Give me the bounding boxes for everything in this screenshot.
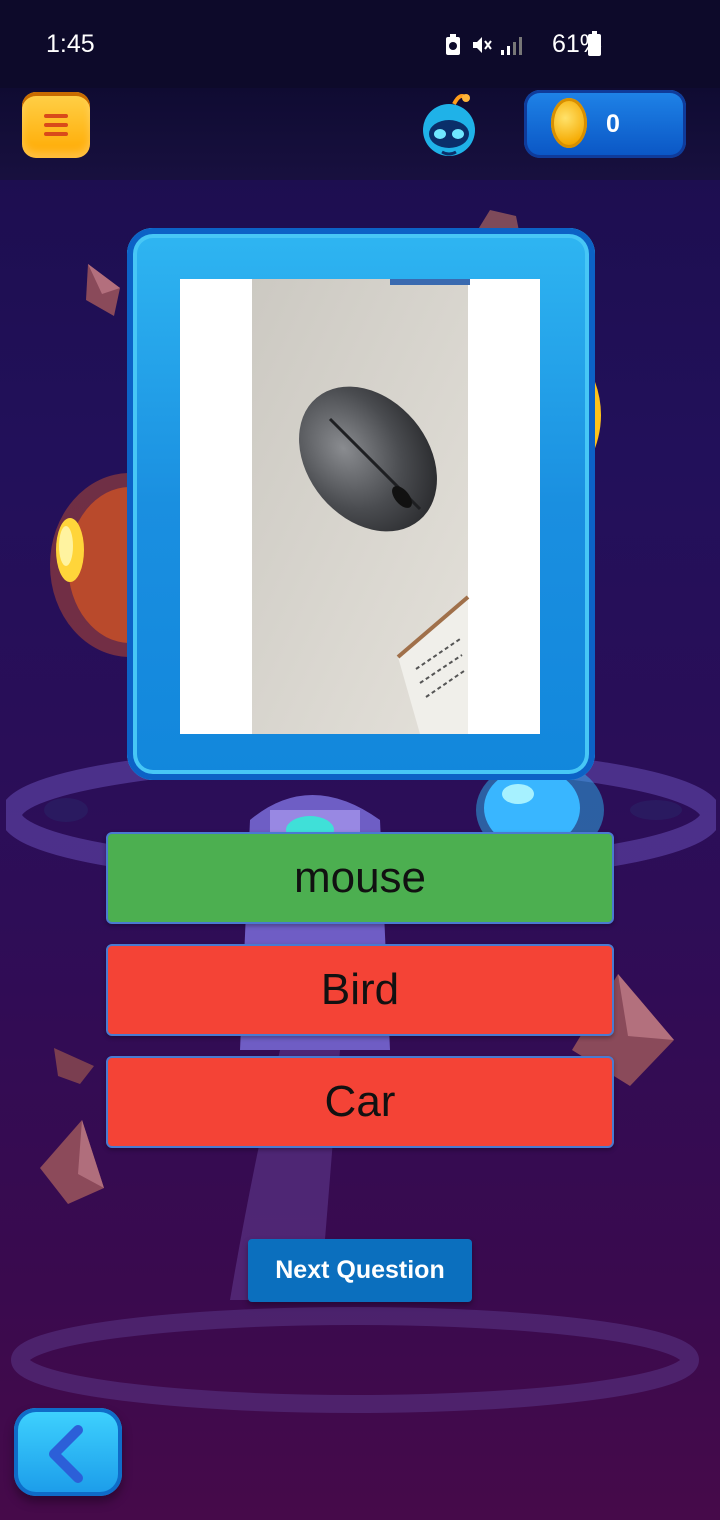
menu-icon-line bbox=[44, 132, 68, 136]
coin-value: 0 bbox=[606, 110, 620, 138]
answer-option[interactable]: Car bbox=[106, 1056, 614, 1148]
answer-label: Bird bbox=[320, 965, 400, 1014]
chevron-left-icon bbox=[49, 1425, 83, 1483]
planet-decoration bbox=[50, 473, 140, 657]
ring-decoration bbox=[11, 1307, 699, 1413]
next-question-button[interactable]: Next Question bbox=[248, 1239, 472, 1302]
battery-saver-icon bbox=[446, 34, 460, 55]
rock-decoration bbox=[86, 264, 120, 316]
status-icons bbox=[444, 34, 522, 56]
menu-button[interactable] bbox=[22, 92, 90, 158]
mouse-photo bbox=[180, 279, 540, 734]
battery-icon bbox=[588, 31, 601, 56]
menu-icon bbox=[44, 114, 68, 118]
mute-icon bbox=[473, 37, 492, 53]
rock-decoration bbox=[54, 1048, 94, 1084]
answer-option[interactable]: Bird bbox=[106, 944, 614, 1036]
status-bar: 1:45 61% bbox=[0, 0, 720, 88]
question-image bbox=[180, 279, 540, 734]
answer-label: mouse bbox=[293, 853, 427, 902]
menu-icon-line bbox=[44, 123, 68, 127]
answer-label: Car bbox=[324, 1077, 396, 1126]
status-time: 1:45 bbox=[46, 30, 95, 58]
alien-avatar-icon[interactable] bbox=[420, 90, 478, 160]
coin-icon bbox=[551, 98, 587, 148]
next-question-label: Next Question bbox=[275, 1256, 445, 1284]
answer-option-correct[interactable]: mouse bbox=[106, 832, 614, 924]
rock-decoration bbox=[40, 1120, 104, 1204]
signal-icon bbox=[501, 37, 522, 55]
back-button[interactable] bbox=[14, 1408, 122, 1496]
